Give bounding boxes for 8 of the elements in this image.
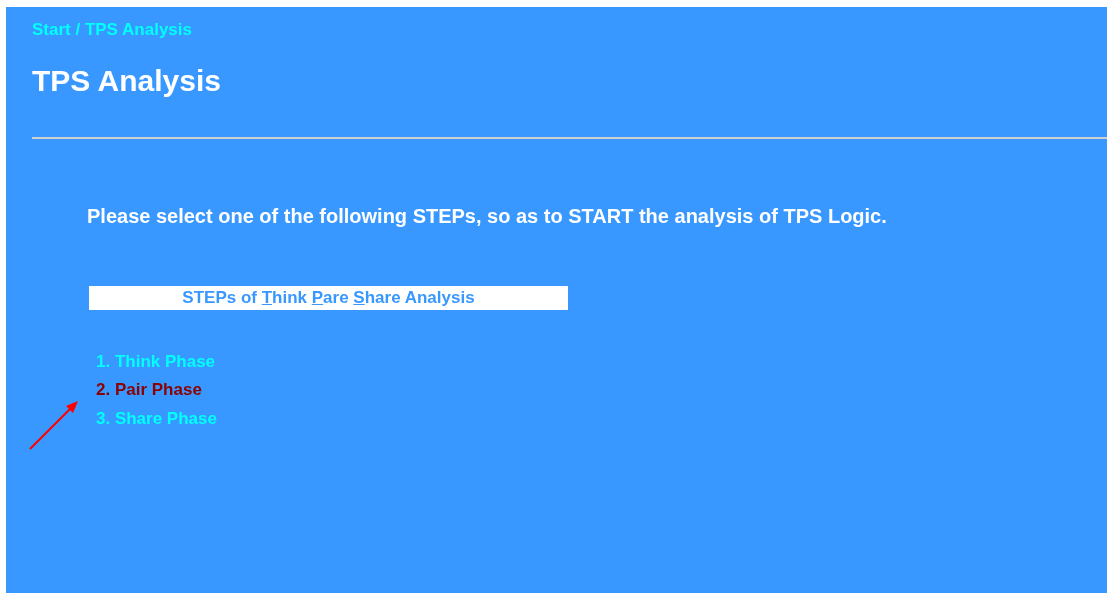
steps-heading: STEPs of Think Pare Share Analysis	[89, 285, 568, 310]
step-link[interactable]: 2. Pair Phase	[96, 376, 202, 405]
page-title: TPS Analysis	[32, 62, 222, 99]
step-link[interactable]: 3. Share Phase	[96, 404, 217, 433]
instruction-text: Please select one of the following STEPs, so as to START the analysis of TPS Logic.	[87, 203, 887, 229]
breadcrumb: Start / TPS Analysis	[32, 19, 192, 41]
step-link[interactable]: 1. Think Phase	[96, 347, 216, 376]
arrow-icon	[29, 401, 78, 450]
